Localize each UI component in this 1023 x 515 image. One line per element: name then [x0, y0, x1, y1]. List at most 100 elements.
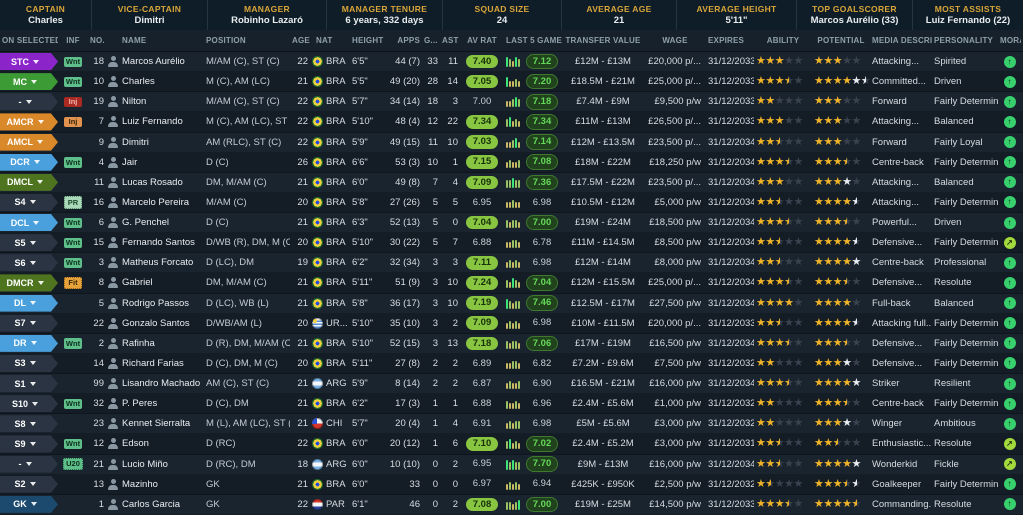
position-slot-dropdown[interactable]: DMCL — [0, 174, 58, 191]
position-slot-dropdown[interactable]: STC — [0, 53, 58, 70]
form-cell — [504, 459, 522, 470]
position-slot-dropdown[interactable]: DCL — [0, 214, 58, 231]
col-header-morale[interactable]: MORAL — [998, 36, 1021, 45]
player-name-cell[interactable]: Gabriel — [106, 277, 204, 289]
player-name-cell[interactable]: Carlos Garcia — [106, 498, 204, 510]
position-slot-dropdown[interactable]: - — [0, 456, 58, 473]
table-row[interactable]: GK 1 Carlos Garcia GK 22 PAR 6'1" 46 0 2… — [0, 494, 1023, 515]
position-slot-dropdown[interactable]: S4 — [0, 194, 58, 211]
col-header-height[interactable]: HEIGHT — [350, 36, 384, 45]
player-name-cell[interactable]: Marcelo Pereira — [106, 196, 204, 208]
col-header-last-5-games[interactable]: LAST 5 GAMES — [504, 36, 562, 45]
table-row[interactable]: S1 99 Lisandro Machado AM (C), ST (C) 21… — [0, 374, 1023, 395]
table-row[interactable]: S4 PR 16 Marcelo Pereira M/AM (C) 20 BRA… — [0, 192, 1023, 213]
table-row[interactable]: DL 5 Rodrigo Passos D (LC), WB (L) 21 BR… — [0, 293, 1023, 314]
col-header-ability[interactable]: ABILITY — [754, 36, 812, 45]
player-name-cell[interactable]: G. Penchel — [106, 217, 204, 229]
table-row[interactable]: DMCR Fit 8 Gabriel DM, M/AM (C) 21 BRA 5… — [0, 273, 1023, 294]
col-header-expires[interactable]: EXPIRES — [706, 36, 754, 45]
position-slot-dropdown[interactable]: S3 — [0, 355, 58, 372]
table-row[interactable]: S7 22 Gonzalo Santos D/WB/AM (L) 20 UR..… — [0, 313, 1023, 334]
table-row[interactable]: DCR Wnt 4 Jair D (C) 26 BRA 6'6" 53 (3) … — [0, 152, 1023, 173]
player-name-cell[interactable]: Mazinho — [106, 478, 204, 490]
col-header-av-rat[interactable]: AV RAT — [460, 36, 504, 45]
player-name-cell[interactable]: Jair — [106, 156, 204, 168]
player-name-cell[interactable]: Rodrigo Passos — [106, 297, 204, 309]
position-slot-dropdown[interactable]: S2 — [0, 476, 58, 493]
position-slot-dropdown[interactable]: GK — [0, 496, 58, 513]
position-slot-dropdown[interactable]: S5 — [0, 234, 58, 251]
table-row[interactable]: DMCL 11 Lucas Rosado DM, M/AM (C) 21 BRA… — [0, 172, 1023, 193]
table-row[interactable]: - Inj 19 Nilton M/AM (C), ST (C) 22 BRA … — [0, 92, 1023, 113]
player-name-cell[interactable]: Gonzalo Santos — [106, 317, 204, 329]
col-header-number[interactable]: NO. — [88, 36, 106, 45]
player-name-cell[interactable]: Fernando Santos — [106, 237, 204, 249]
table-row[interactable]: S10 Wnt 32 P. Peres D (C), DM 21 BRA 6'2… — [0, 394, 1023, 415]
table-row[interactable]: S5 Wnt 15 Fernando Santos D/WB (R), DM, … — [0, 233, 1023, 254]
table-row[interactable]: S2 13 Mazinho GK 21 BRA 6'0" 33 0 0 6.97… — [0, 474, 1023, 495]
position-slot-dropdown[interactable]: DCR — [0, 154, 58, 171]
position-slot-dropdown[interactable]: DMCR — [0, 274, 58, 291]
col-header-age[interactable]: AGE — [290, 36, 310, 45]
position-slot-dropdown[interactable]: - — [0, 93, 58, 110]
player-name-cell[interactable]: Marcos Aurélio — [106, 56, 204, 68]
player-name-cell[interactable]: Luiz Fernando — [106, 116, 204, 128]
col-header-nat[interactable]: NAT — [310, 36, 350, 45]
player-name-cell[interactable]: P. Peres — [106, 398, 204, 410]
player-name-cell[interactable]: Dimitri — [106, 136, 204, 148]
position-slot-dropdown[interactable]: S8 — [0, 415, 58, 432]
player-name-cell[interactable]: Lucas Rosado — [106, 176, 204, 188]
table-row[interactable]: DCL Wnt 6 G. Penchel D (C) 21 BRA 6'3" 5… — [0, 213, 1023, 234]
position-slot-dropdown[interactable]: S1 — [0, 375, 58, 392]
chevron-down-icon — [38, 120, 44, 124]
position-slot-dropdown[interactable]: S9 — [0, 435, 58, 452]
height: 6'0" — [352, 458, 368, 470]
position-slot-dropdown[interactable]: AMCR — [0, 113, 58, 130]
table-row[interactable]: STC Wnt 18 Marcos Aurélio M/AM (C), ST (… — [0, 52, 1023, 73]
table-row[interactable]: S6 Wnt 3 Matheus Forcato D (LC), DM 19 B… — [0, 253, 1023, 274]
col-header-name[interactable]: NAME — [106, 36, 204, 45]
last-5-rating-badge: 6.98 — [532, 196, 552, 208]
position-slot-dropdown[interactable]: S7 — [0, 315, 58, 332]
summary-label: MOST ASSISTS — [934, 4, 1002, 14]
col-header-apps[interactable]: APPS — [384, 36, 422, 45]
table-row[interactable]: AMCR Inj 7 Luiz Fernando M (C), AM (LC),… — [0, 112, 1023, 133]
player-name-cell[interactable]: Charles — [106, 76, 204, 88]
player-name-cell[interactable]: Matheus Forcato — [106, 257, 204, 269]
table-row[interactable]: S3 14 Richard Farias D (C), DM, M (C) 20… — [0, 353, 1023, 374]
position-slot-dropdown[interactable]: S6 — [0, 254, 58, 271]
player-name-cell[interactable]: Nilton — [106, 96, 204, 108]
col-header-wage[interactable]: WAGE — [644, 36, 706, 45]
table-row[interactable]: MC Wnt 10 Charles M (C), AM (LC) 21 BRA … — [0, 72, 1023, 93]
flag-icon — [312, 237, 323, 249]
player-name-cell[interactable]: Rafinha — [106, 337, 204, 349]
table-row[interactable]: S9 Wnt 12 Edson D (RC) 22 BRA 6'0" 20 (1… — [0, 434, 1023, 455]
col-header-goals[interactable]: G...▼ — [422, 36, 440, 45]
position-slot-dropdown[interactable]: MC — [0, 73, 58, 90]
player-name-cell[interactable]: Lisandro Machado — [106, 378, 204, 390]
player-name-cell[interactable]: Kennet Sierralta — [106, 418, 204, 430]
nationality: BRA — [310, 357, 350, 369]
position-slot-label: STC — [11, 56, 29, 67]
position-slot-dropdown[interactable]: AMCL — [0, 134, 58, 151]
position-slot-dropdown[interactable]: DL — [0, 295, 58, 312]
table-row[interactable]: DR Wnt 2 Rafinha D (R), DM, M/AM (C) 21 … — [0, 333, 1023, 354]
player-name-cell[interactable]: Richard Farias — [106, 357, 204, 369]
transfer-value: £16.5M - £21M — [571, 378, 635, 390]
col-header-inf[interactable]: INF — [58, 36, 88, 45]
table-row[interactable]: - U20 21 Lucio Miño D (RC), DM 18 ARG 6'… — [0, 454, 1023, 475]
col-header-media-description[interactable]: MEDIA DESCRIPTION — [870, 36, 932, 45]
col-header-transfer-value[interactable]: TRANSFER VALUE — [562, 36, 644, 45]
col-header-assists[interactable]: AST — [440, 36, 460, 45]
col-header-potential[interactable]: POTENTIAL — [812, 36, 870, 45]
col-header-position[interactable]: POSITION — [204, 36, 290, 45]
player-name-cell[interactable]: Lucio Miño — [106, 458, 204, 470]
potential-stars: ★ ★ ★ ★ ★ ★ — [814, 156, 861, 168]
player-name-cell[interactable]: Edson — [106, 438, 204, 450]
col-header-position-selected[interactable]: ON SELECTED — [0, 36, 58, 45]
position-slot-dropdown[interactable]: S10 — [0, 395, 58, 412]
position-slot-dropdown[interactable]: DR — [0, 335, 58, 352]
table-row[interactable]: S8 23 Kennet Sierralta M (L), AM (LC), S… — [0, 414, 1023, 435]
table-row[interactable]: AMCL 9 Dimitri AM (RLC), ST (C) 22 BRA 5… — [0, 132, 1023, 153]
col-header-personality[interactable]: PERSONALITY — [932, 36, 998, 45]
